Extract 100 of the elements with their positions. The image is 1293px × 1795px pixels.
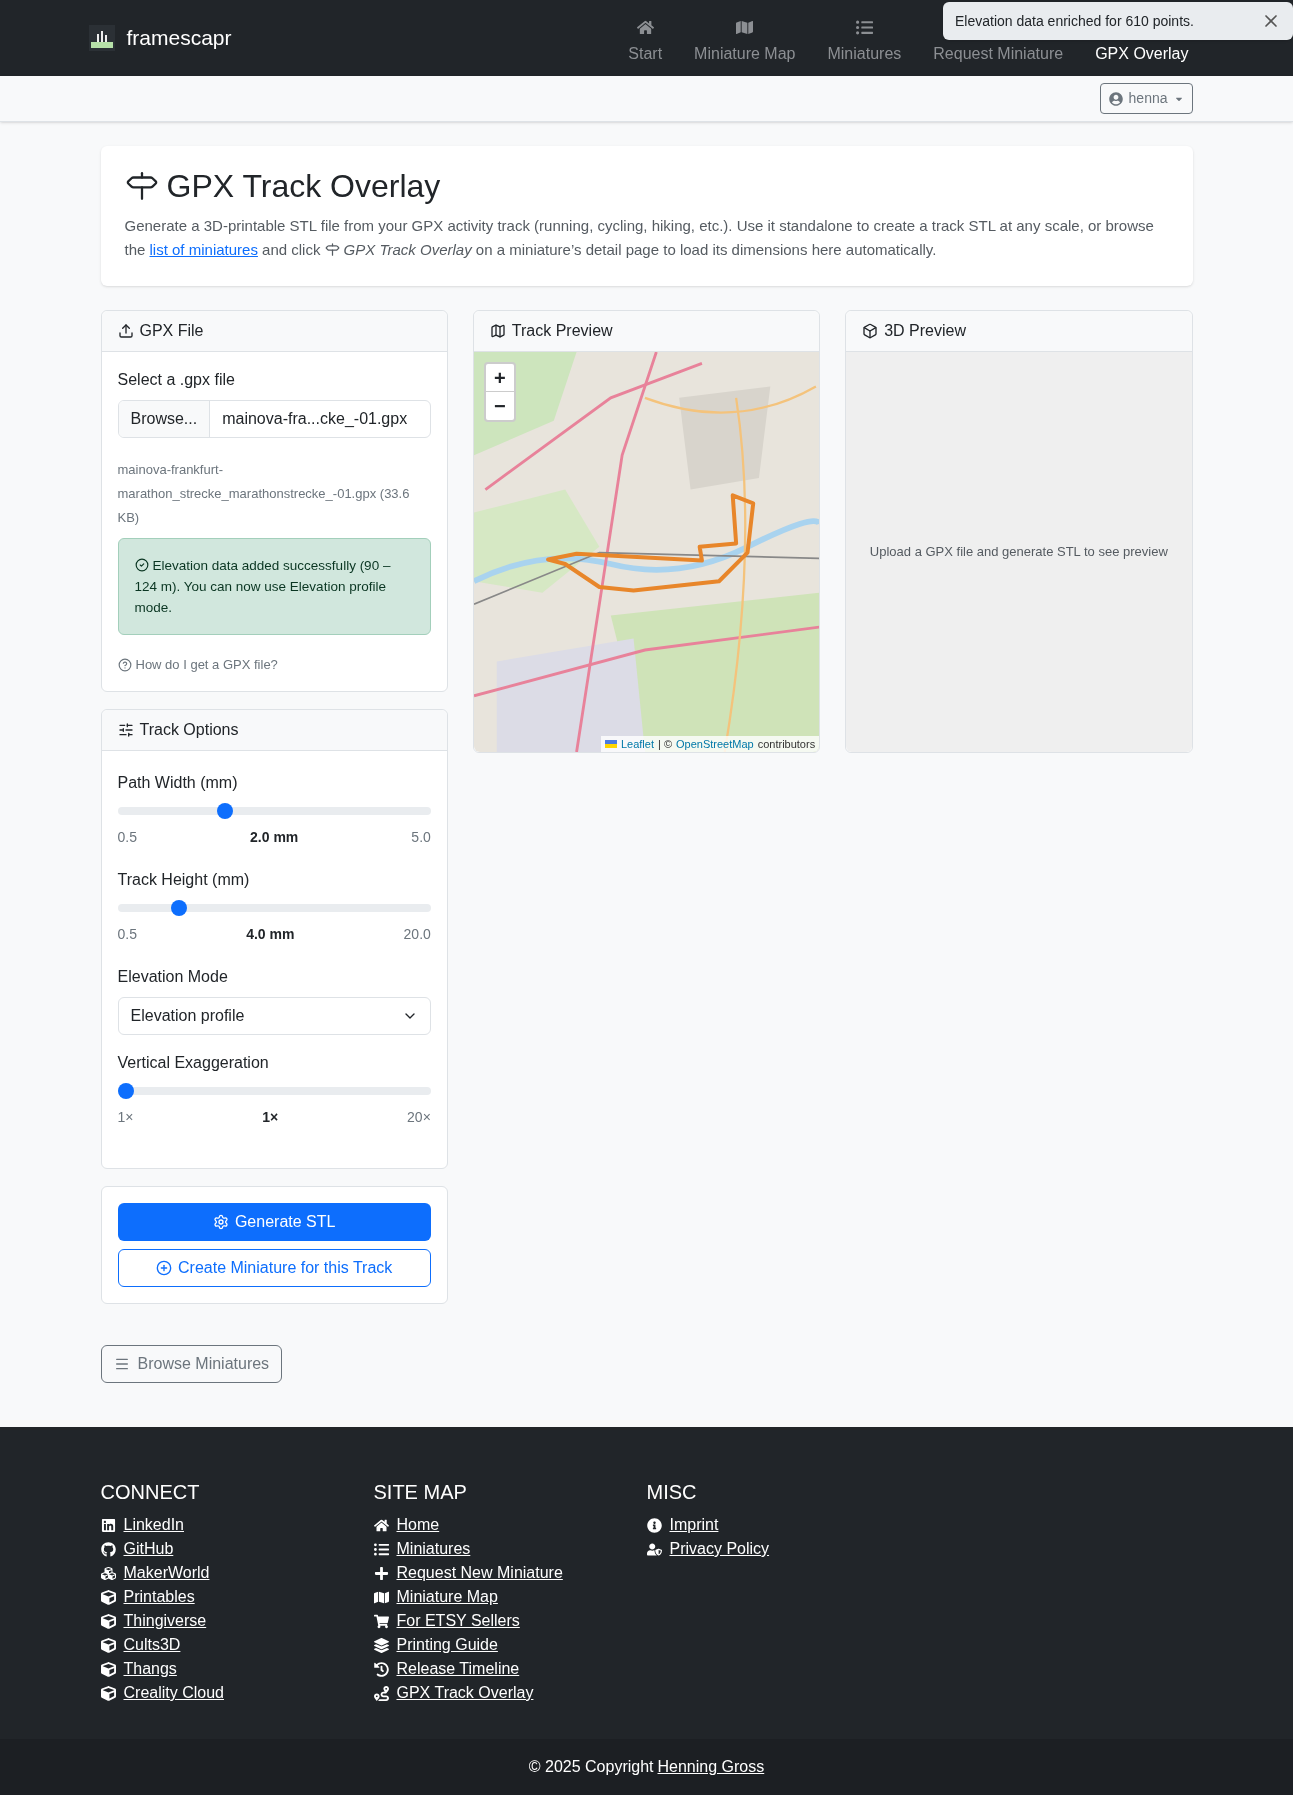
footer-link[interactable]: Thangs — [123, 1657, 177, 1681]
check-circle-icon — [134, 558, 149, 573]
upload-icon — [117, 323, 134, 339]
map-icon — [489, 323, 506, 339]
toast-message: Elevation data enriched for 610 points. — [955, 11, 1194, 31]
footer-link[interactable]: Cults3D — [123, 1633, 181, 1657]
footer-link[interactable]: Imprint — [669, 1513, 719, 1537]
copyright-text: © 2025 Copyright — [528, 1757, 654, 1777]
footer-link[interactable]: Creality Cloud — [123, 1681, 224, 1705]
signpost-icon — [124, 169, 159, 203]
author-link[interactable]: Henning Gross — [657, 1755, 765, 1779]
slider-label: Vertical Exaggeration — [117, 1052, 270, 1073]
flag-icon — [604, 740, 617, 748]
footer-link[interactable]: Release Timeline — [396, 1657, 520, 1681]
cart-icon — [373, 1613, 389, 1629]
footer-link[interactable]: Thingiverse — [123, 1609, 207, 1633]
history-icon — [373, 1661, 389, 1677]
slider-max: 5.0 — [411, 827, 431, 847]
elevation-mode-select[interactable]: Elevation profile — [117, 996, 431, 1035]
card-title: 3D Preview — [884, 321, 966, 341]
file-name: mainova-fra...cke_-01.gpx — [221, 409, 409, 429]
sliders-icon — [117, 721, 134, 738]
success-alert: Elevation data added successfully (90 – 124 m). You can now use Elevation profile mode. — [117, 538, 431, 635]
signpost-icon — [324, 241, 340, 257]
page-title: GPX Track Overlay — [166, 167, 441, 206]
cube-icon — [100, 1661, 116, 1677]
browse-label: Browse... — [118, 401, 211, 437]
footer-link[interactable]: GPX Track Overlay — [396, 1681, 534, 1705]
info-icon — [646, 1517, 662, 1533]
slider-min: 0.5 — [117, 924, 137, 944]
home-icon — [636, 19, 654, 36]
footer-link[interactable]: Miniature Map — [396, 1585, 498, 1609]
zoom-out-button[interactable]: − — [485, 392, 514, 420]
user-icon — [1108, 91, 1123, 106]
slider-thumb[interactable] — [117, 1082, 134, 1099]
user-shield-icon — [646, 1541, 662, 1557]
osm-link[interactable]: OpenStreetMap — [676, 736, 754, 752]
cube-icon — [100, 1589, 116, 1605]
footer-link[interactable]: Privacy Policy — [669, 1537, 770, 1561]
footer-link[interactable]: LinkedIn — [123, 1513, 184, 1537]
footer-link[interactable]: Home — [396, 1513, 440, 1537]
cube-icon — [100, 1613, 116, 1629]
footer-heading: SITE MAP — [373, 1480, 468, 1505]
plus-circle-icon — [156, 1259, 172, 1276]
list-icon — [373, 1541, 389, 1557]
nav-link[interactable]: GPX Overlay — [1079, 42, 1205, 66]
field-label: Select a .gpx file — [117, 370, 236, 390]
nav-link[interactable]: Miniature Map — [678, 19, 812, 66]
generate-button[interactable]: Generate STL — [117, 1202, 431, 1241]
map-icon — [373, 1589, 389, 1605]
help-link[interactable]: How do I get a GPX file? — [117, 655, 431, 675]
nav-link[interactable]: Start — [612, 19, 679, 66]
slider-label: Path Width (mm) — [117, 772, 239, 793]
footer-link[interactable]: Printing Guide — [396, 1633, 498, 1657]
file-info: mainova-frankfurt-marathon_strecke_marathonstrecke_-01.gpx (33.6 KB) — [117, 461, 411, 527]
nav-link[interactable]: Request Miniature — [917, 42, 1080, 66]
slider-thumb[interactable] — [171, 899, 187, 916]
route-icon — [373, 1685, 389, 1701]
box-icon — [862, 323, 879, 339]
gear-icon — [212, 1213, 229, 1230]
logo-icon — [88, 25, 115, 51]
slider-value: 4.0 mm — [246, 924, 295, 944]
footer-link[interactable]: Request New Miniature — [396, 1561, 563, 1585]
slider-min: 0.5 — [117, 827, 137, 847]
slider-value: 1× — [262, 1107, 279, 1127]
home-icon — [373, 1517, 389, 1533]
slider-max: 20.0 — [403, 924, 431, 944]
slider-label: Track Height (mm) — [117, 869, 251, 890]
cubes-icon — [100, 1565, 116, 1581]
create-miniature-button[interactable]: Create Miniature for this Track — [117, 1248, 431, 1287]
help-icon — [117, 657, 132, 672]
plus-icon — [373, 1565, 389, 1581]
footer-link[interactable]: For ETSY Sellers — [396, 1609, 520, 1633]
leaflet-link[interactable]: Leaflet — [620, 736, 654, 752]
browse-miniatures-button[interactable]: Browse Miniatures — [100, 1344, 283, 1383]
map[interactable]: + − Leaflet | © OpenStreetMap contributors — [473, 352, 820, 752]
footer-heading: CONNECT — [100, 1480, 201, 1505]
intro-text: Generate a 3D-printable STL file from your GPX activity track (running, cycling, hiking, etc.). Use it standalone to create a track STL at any scale, or browse the list of miniatures and click GPX Track Overlay on a miniature’s detail page to load its dimensions here automatically. — [124, 216, 1155, 260]
nav-link[interactable]: Miniatures — [811, 19, 918, 66]
slider-value: 2.0 mm — [250, 827, 299, 847]
cube-icon — [100, 1685, 116, 1701]
brand-name[interactable]: framescapr — [126, 22, 232, 54]
slider-max: 20× — [407, 1107, 431, 1127]
slider-thumb[interactable] — [216, 802, 233, 819]
github-icon — [100, 1541, 116, 1557]
footer-link[interactable]: Miniatures — [396, 1537, 471, 1561]
attribution-text: contributors — [757, 737, 816, 752]
footer-link[interactable]: GitHub — [123, 1537, 174, 1561]
file-input[interactable]: Browse... mainova-fra...cke_-01.gpx — [117, 400, 431, 438]
select-label: Elevation Mode — [117, 966, 229, 987]
preview-message: Upload a GPX file and generate STL to see preview — [869, 543, 1168, 562]
layers-icon — [373, 1637, 389, 1653]
footer-link[interactable]: MakerWorld — [123, 1561, 210, 1585]
zoom-in-button[interactable]: + — [485, 364, 514, 392]
footer-link[interactable]: Printables — [123, 1585, 195, 1609]
miniatures-link[interactable]: list of miniatures — [149, 241, 258, 258]
card-title: Track Options — [139, 719, 239, 740]
linkedin-icon — [100, 1517, 116, 1533]
attribution-separator: | © — [658, 737, 672, 752]
user-menu-button[interactable]: henna — [1099, 83, 1193, 114]
